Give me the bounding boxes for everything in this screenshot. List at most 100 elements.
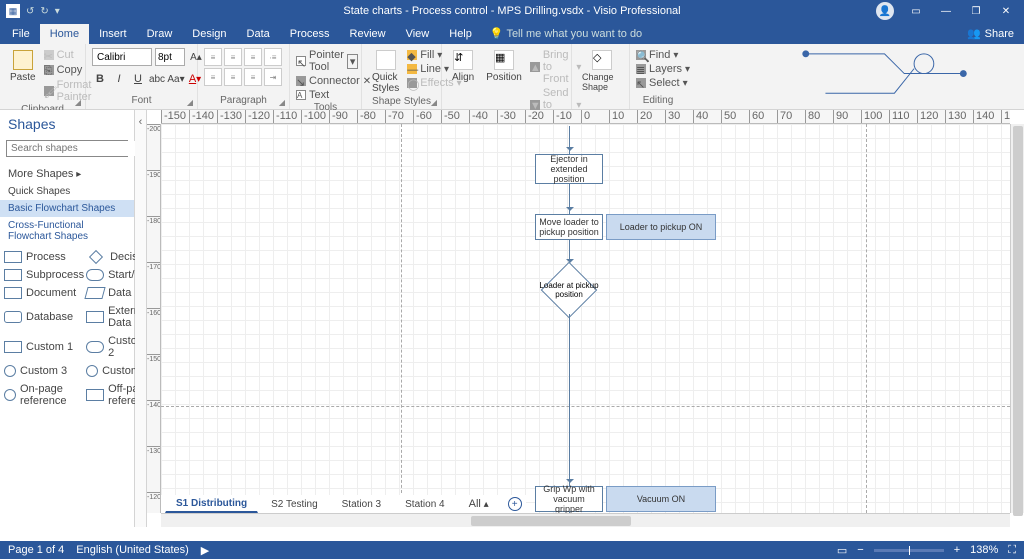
align-button[interactable]: ⇵Align — [448, 48, 478, 85]
flowchart-callout[interactable]: Loader to pickup ON — [606, 214, 716, 240]
indent-button[interactable]: ⇥ — [264, 68, 282, 86]
horizontal-scrollbar[interactable] — [161, 513, 1010, 527]
connector-icon: ↘ — [296, 76, 306, 86]
find-button[interactable]: 🔍Find▾ — [636, 48, 678, 62]
paragraph-launcher-icon[interactable]: ◢ — [277, 98, 287, 108]
page-tab-2[interactable]: S2 Testing — [260, 496, 329, 513]
align-top-left-button[interactable]: ≡ — [204, 48, 222, 66]
drawing-canvas[interactable]: Ejector in extended position Move loader… — [161, 124, 1010, 513]
tab-data[interactable]: Data — [237, 24, 280, 44]
cut-button[interactable]: ✂Cut — [44, 48, 92, 62]
page-tab-1[interactable]: S1 Distributing — [165, 495, 258, 513]
close-button[interactable]: ✕ — [992, 0, 1020, 22]
zoom-slider[interactable] — [874, 549, 944, 552]
layers-button[interactable]: ≣Layers▾ — [636, 62, 690, 76]
user-avatar[interactable]: 👤 — [876, 2, 894, 20]
shapes-pane: Shapes ▾ 🔍 More Shapes ▸ Quick Shapes Ba… — [0, 110, 135, 527]
shape-process[interactable]: Process — [4, 251, 84, 263]
bold-button[interactable]: B — [92, 71, 108, 87]
language-indicator[interactable]: English (United States) — [76, 544, 189, 556]
page-indicator[interactable]: Page 1 of 4 — [8, 544, 64, 556]
italic-button[interactable]: I — [111, 71, 127, 87]
align-top-center-button[interactable]: ≡ — [224, 48, 242, 66]
minimize-button[interactable]: — — [932, 0, 960, 22]
flowchart-process[interactable]: Grip Wp with vacuum gripper — [535, 486, 603, 512]
presentation-mode-icon[interactable]: ▭ — [837, 544, 847, 557]
shapes-search[interactable]: ▾ 🔍 — [6, 140, 128, 157]
tab-draw[interactable]: Draw — [137, 24, 183, 44]
basic-flowchart-link[interactable]: Basic Flowchart Shapes — [0, 200, 134, 217]
flowchart-process[interactable]: Move loader to pickup position — [535, 214, 603, 240]
tell-me[interactable]: 💡 Tell me what you want to do — [482, 23, 650, 44]
font-name-select[interactable] — [92, 48, 152, 66]
position-icon: ▦ — [494, 50, 514, 70]
zoom-level[interactable]: 138% — [970, 544, 998, 556]
font-launcher-icon[interactable]: ◢ — [185, 98, 195, 108]
paste-button[interactable]: Paste — [6, 48, 40, 85]
tab-process[interactable]: Process — [280, 24, 340, 44]
zoom-in-button[interactable]: + — [954, 544, 960, 556]
copy-button[interactable]: ⎘Copy — [44, 63, 92, 77]
shapestyles-launcher-icon[interactable]: ◢ — [429, 98, 439, 108]
align-bottom-center-button[interactable]: ≡ — [224, 68, 242, 86]
align-bottom-right-button[interactable]: ≡ — [244, 68, 262, 86]
shape-database[interactable]: Database — [4, 305, 84, 329]
tab-review[interactable]: Review — [340, 24, 396, 44]
flowchart-process[interactable]: Ejector in extended position — [535, 154, 603, 184]
text-tool-button[interactable]: AText — [296, 88, 329, 102]
vertical-scrollbar[interactable] — [1010, 124, 1024, 513]
font-size-select[interactable] — [155, 48, 185, 66]
connector[interactable] — [569, 184, 570, 214]
shape-custom3[interactable]: Custom 3 — [4, 365, 84, 377]
qat-undo-icon[interactable]: ↺ — [26, 6, 34, 17]
format-painter-button[interactable]: 🖌Format Painter — [44, 78, 92, 104]
pointer-tool-button[interactable]: ↖Pointer Tool ▾ — [296, 48, 358, 74]
qat-more-icon[interactable]: ▾ — [55, 6, 60, 17]
align-bottom-left-button[interactable]: ≡ — [204, 68, 222, 86]
change-shape-button[interactable]: ◇Change Shape — [578, 48, 626, 94]
flowchart-decision[interactable]: Loader at pickup position — [541, 262, 597, 318]
tab-help[interactable]: Help — [439, 24, 482, 44]
fit-window-icon[interactable]: ⛶ — [1008, 544, 1016, 557]
flowchart-callout[interactable]: Vacuum ON — [606, 486, 716, 512]
tab-insert[interactable]: Insert — [89, 24, 137, 44]
shape-subprocess[interactable]: Subprocess — [4, 269, 84, 281]
text-case-button[interactable]: Aa▾ — [168, 71, 184, 87]
quick-shapes-link[interactable]: Quick Shapes — [0, 183, 134, 200]
connector-tool-button[interactable]: ↘Connector ✕ — [296, 74, 371, 88]
connector[interactable] — [569, 126, 570, 154]
connector[interactable] — [569, 314, 570, 486]
add-page-button[interactable]: + — [508, 497, 522, 511]
position-button[interactable]: ▦Position — [482, 48, 526, 85]
cross-functional-link[interactable]: Cross-Functional Flowchart Shapes — [0, 217, 134, 245]
page-tab-3[interactable]: Station 3 — [331, 496, 392, 513]
tab-view[interactable]: View — [396, 24, 440, 44]
bullets-button[interactable]: ∙≡ — [264, 48, 282, 66]
ribbon-display-icon[interactable]: ▭ — [902, 0, 930, 22]
shape-document[interactable]: Document — [4, 287, 84, 299]
shapes-pane-collapse[interactable]: ‹ — [135, 110, 147, 527]
tab-home[interactable]: Home — [40, 24, 89, 44]
qat-redo-icon[interactable]: ↻ — [40, 6, 48, 17]
tab-file[interactable]: File — [2, 24, 40, 44]
maximize-button[interactable]: ❐ — [962, 0, 990, 22]
clipboard-launcher-icon[interactable]: ◢ — [73, 98, 83, 108]
select-button[interactable]: ↖Select▾ — [636, 76, 688, 90]
shape-onpage[interactable]: On-page reference — [4, 383, 84, 407]
shapes-search-input[interactable] — [7, 141, 147, 156]
underline-button[interactable]: U — [130, 71, 146, 87]
zoom-out-button[interactable]: − — [857, 544, 863, 556]
macro-recorder-icon[interactable]: ▶ — [201, 544, 209, 557]
more-shapes-link[interactable]: More Shapes ▸ — [0, 165, 134, 183]
strike-button[interactable]: abc — [149, 71, 165, 87]
tab-design[interactable]: Design — [182, 24, 236, 44]
shape-label: On-page reference — [20, 383, 84, 407]
align-top-right-button[interactable]: ≡ — [244, 48, 262, 66]
shape-custom1[interactable]: Custom 1 — [4, 335, 84, 359]
scroll-thumb[interactable] — [1013, 126, 1023, 516]
share-button[interactable]: 👥Share — [957, 23, 1024, 44]
scroll-thumb[interactable] — [471, 516, 631, 526]
quick-styles-button[interactable]: Quick Styles — [368, 48, 403, 96]
page-tab-4[interactable]: Station 4 — [394, 496, 455, 513]
page-tab-all[interactable]: All ▴ — [458, 495, 500, 513]
